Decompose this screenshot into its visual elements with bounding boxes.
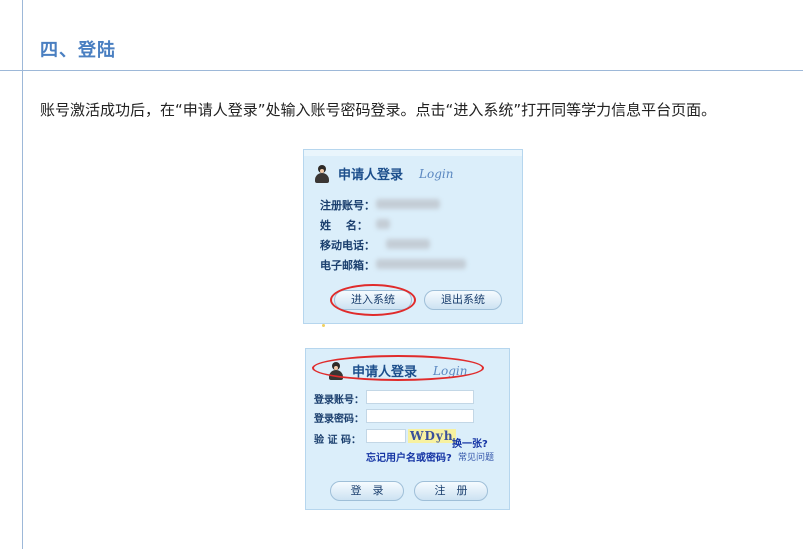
field-label-account: 注册账号： bbox=[320, 199, 375, 212]
panel-title-en: Login bbox=[419, 166, 454, 181]
register-button[interactable]: 注 册 bbox=[414, 481, 488, 501]
captcha-image[interactable]: WDyh bbox=[408, 429, 456, 443]
refresh-captcha-link[interactable]: 换一张? bbox=[452, 435, 488, 450]
login-panel-screenshot: 申请人登录 Login 登录账号： 登录密码： 验 证 码： WDyh 换一张?… bbox=[305, 348, 510, 510]
exit-system-button[interactable]: 退出系统 bbox=[424, 290, 502, 310]
instruction-paragraph: 账号激活成功后，在“申请人登录”处输入账号密码登录。点击“进入系统”打开同等学力… bbox=[40, 101, 717, 119]
redacted-phone bbox=[386, 239, 430, 249]
password-label: 登录密码： bbox=[314, 414, 364, 425]
captcha-label: 验 证 码： bbox=[314, 435, 361, 446]
login-button[interactable]: 登 录 bbox=[330, 481, 404, 501]
captcha-input[interactable] bbox=[366, 429, 406, 443]
heading-divider bbox=[0, 70, 803, 71]
user-avatar-icon bbox=[314, 164, 330, 183]
account-input[interactable] bbox=[366, 390, 474, 404]
section-heading: 四、登陆 bbox=[40, 40, 116, 61]
highlight-ellipse-enter bbox=[330, 284, 416, 316]
stray-dot bbox=[322, 324, 325, 327]
account-label: 登录账号： bbox=[314, 395, 364, 406]
panel-title-cn: 申请人登录 bbox=[338, 168, 404, 183]
redacted-email bbox=[376, 259, 466, 269]
field-label-phone: 移动电话： bbox=[320, 239, 375, 252]
field-label-email: 电子邮箱： bbox=[320, 259, 375, 272]
panel-top-edge bbox=[304, 150, 522, 156]
redacted-name bbox=[376, 219, 390, 229]
field-label-name: 姓 名： bbox=[320, 219, 368, 232]
logged-in-panel-screenshot: 申请人登录 Login 注册账号： 姓 名： 移动电话： 电子邮箱： 进入系统 … bbox=[303, 149, 523, 324]
redacted-account bbox=[376, 199, 440, 209]
forgot-credentials-link[interactable]: 忘记用户名或密码? bbox=[366, 449, 452, 464]
left-margin-rule bbox=[22, 0, 23, 549]
password-input[interactable] bbox=[366, 409, 474, 423]
panel-title: 申请人登录 Login bbox=[314, 164, 453, 183]
faq-link[interactable]: 常见问题 bbox=[458, 450, 494, 463]
highlight-ellipse-title bbox=[312, 355, 484, 381]
